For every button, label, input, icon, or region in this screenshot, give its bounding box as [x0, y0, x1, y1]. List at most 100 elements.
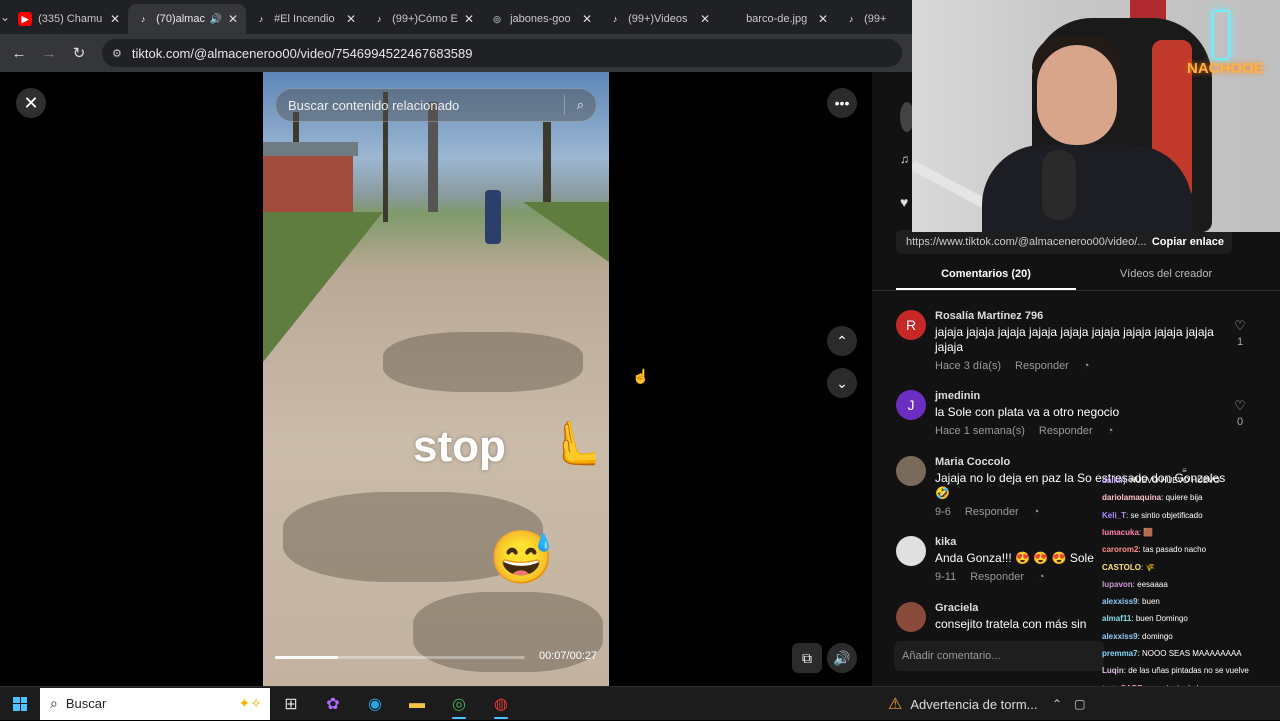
- browser-tab[interactable]: ▶ (335) Chamu ✕: [10, 4, 128, 34]
- floating-player-button[interactable]: ⧉: [792, 643, 822, 673]
- chat-text: 🟫: [1143, 527, 1154, 537]
- comment-avatar[interactable]: R: [896, 310, 926, 340]
- close-tab-icon[interactable]: ✕: [700, 12, 710, 26]
- reload-button[interactable]: ↻: [64, 44, 94, 62]
- url-field[interactable]: ⚙ tiktok.com/@almaceneroo00/video/754699…: [102, 39, 902, 67]
- close-tab-icon[interactable]: ✕: [818, 12, 828, 26]
- browser-tab[interactable]: barco-de.jpg ✕: [718, 4, 836, 34]
- related-search-field[interactable]: Buscar contenido relacionado ⌕: [275, 88, 597, 122]
- reply-button[interactable]: Responder: [1039, 425, 1093, 437]
- comment-avatar[interactable]: [896, 456, 926, 486]
- comment-username[interactable]: Rosalía Martínez 796: [935, 310, 1043, 322]
- tab-comments[interactable]: Comentarios (20): [896, 262, 1076, 290]
- chat-username: lupavon: [1102, 579, 1133, 589]
- share-url[interactable]: https://www.tiktok.com/@almaceneroo00/vi…: [906, 236, 1152, 248]
- tab-title: (335) Chamu: [38, 13, 103, 25]
- copy-link-button[interactable]: Copiar enlace: [1152, 236, 1224, 248]
- chat-text: 🌾: [1145, 562, 1156, 572]
- chevron-up-icon[interactable]: ⌃: [1052, 697, 1062, 711]
- chat-message: Keli_T: se sintio objetificado: [1102, 510, 1203, 520]
- browser-tab[interactable]: ♪ (99+)Videos ✕: [600, 4, 718, 34]
- comment-time: Hace 1 semana(s): [935, 425, 1025, 437]
- chat-message: premma7: NOOO SEAS MAAAAAAAA: [1102, 649, 1242, 658]
- taskbar-search[interactable]: ⌕ Buscar ✦✧: [40, 687, 270, 720]
- task-view-icon[interactable]: ⊞: [270, 687, 312, 721]
- comment-username[interactable]: kika: [935, 536, 956, 548]
- chat-message: lumacuka: 🟫: [1102, 527, 1154, 537]
- chat-text: quiere bija: [1165, 493, 1203, 503]
- chat-text: NOOO SEAS MAAAAAAAA: [1142, 649, 1242, 658]
- globe-icon: ◎: [493, 13, 501, 24]
- comment-avatar[interactable]: [896, 536, 926, 566]
- chat-text: domingo: [1142, 631, 1173, 641]
- video-progress-bar[interactable]: [275, 656, 525, 659]
- browser-tab[interactable]: ◎ jabones-goo ✕: [482, 4, 600, 34]
- back-button[interactable]: ←: [4, 45, 34, 62]
- chat-username: CASTOLO: [1102, 562, 1141, 572]
- close-button[interactable]: ✕: [16, 88, 46, 118]
- browser-tab[interactable]: ♪ (70)almac 🔊 ✕: [128, 4, 247, 34]
- more-options-button[interactable]: •••: [827, 88, 857, 118]
- search-icon[interactable]: ⌕: [577, 97, 584, 113]
- creator-reaction-icon: ◔: [1032, 506, 1040, 518]
- file-explorer-icon[interactable]: ▬: [396, 687, 438, 721]
- close-tab-icon[interactable]: ✕: [228, 12, 238, 26]
- weather-text: Advertencia de torm...: [910, 696, 1038, 712]
- comment-time: 9-11: [935, 571, 957, 583]
- tab-audio-icon[interactable]: 🔊: [210, 14, 222, 25]
- comment-time: 9-6: [935, 506, 951, 518]
- comment-username[interactable]: jmedinin: [935, 390, 980, 402]
- site-info-icon[interactable]: ⚙: [112, 47, 122, 60]
- comment-meta: 9-6 Responder ◔: [935, 506, 1053, 518]
- chat-message: alexxiss9: buen: [1102, 597, 1160, 607]
- search-icon: ⌕: [50, 695, 58, 711]
- taskbar-search-label: Buscar: [65, 696, 107, 711]
- tab-search-menu-button[interactable]: ⌄: [0, 0, 10, 34]
- reply-button[interactable]: Responder: [970, 571, 1024, 583]
- chat-text: eesaaaa: [1137, 579, 1168, 589]
- chat-username: premma7: [1102, 649, 1138, 658]
- comment-avatar[interactable]: [896, 602, 926, 632]
- close-tab-icon[interactable]: ✕: [346, 12, 356, 26]
- add-comment-input[interactable]: Añadir comentario...: [894, 641, 1104, 671]
- like-video-icon[interactable]: ♥: [900, 194, 908, 210]
- comment-time: Hace 3 día(s): [935, 360, 1002, 372]
- forward-button[interactable]: →: [34, 45, 64, 62]
- next-video-button[interactable]: ⌄: [827, 368, 857, 398]
- edge-icon[interactable]: ◉: [354, 687, 396, 721]
- close-tab-icon[interactable]: ✕: [582, 12, 592, 26]
- music-note-icon: ♫: [900, 152, 909, 166]
- comment-avatar[interactable]: J: [896, 390, 926, 420]
- volume-button[interactable]: 🔊: [827, 643, 857, 673]
- video-player[interactable]: Buscar contenido relacionado ⌕ stop 🫷 😅 …: [263, 72, 609, 686]
- close-tab-icon[interactable]: ✕: [464, 12, 474, 26]
- weather-widget[interactable]: ⚠ Advertencia de torm...: [888, 687, 1038, 721]
- windows-start-icon[interactable]: [0, 687, 40, 721]
- comment-username[interactable]: Graciela: [935, 602, 978, 614]
- chat-username: lumacuka: [1102, 527, 1139, 537]
- windows-taskbar: ⌕ Buscar ✦✧ ⊞ ✿ ◉ ▬ ◎ ◍ ⚠ Advertencia de…: [0, 686, 1280, 720]
- comment-username[interactable]: Maria Coccolo: [935, 456, 1010, 468]
- tab-creator-videos[interactable]: Vídeos del creador: [1076, 262, 1256, 290]
- reply-button[interactable]: Responder: [1015, 360, 1069, 372]
- copilot-icon[interactable]: ✿: [312, 687, 354, 721]
- tray-app-icon[interactable]: ▢: [1074, 697, 1085, 711]
- close-tab-icon[interactable]: ✕: [110, 12, 120, 26]
- browser-tab[interactable]: ♪ #El Incendio ✕: [246, 4, 364, 34]
- tab-title: jabones-goo: [510, 13, 571, 25]
- comment-like-icon[interactable]: ♡: [1232, 318, 1248, 334]
- mouse-cursor-icon: ☝: [632, 368, 650, 384]
- obs-icon[interactable]: ◍: [480, 687, 522, 721]
- comment-like-icon[interactable]: ♡: [1232, 398, 1248, 414]
- chrome-icon[interactable]: ◎: [438, 687, 480, 721]
- tiktok-icon: ♪: [140, 14, 146, 24]
- chat-text: buen Domingo: [1135, 614, 1188, 624]
- previous-video-button[interactable]: ⌃: [827, 326, 857, 356]
- chat-username: alexxiss9: [1102, 631, 1138, 641]
- browser-tab[interactable]: ♪ (99+)Cómo E ✕: [364, 4, 482, 34]
- chat-username: alexxiss9: [1102, 597, 1138, 607]
- comment-text: la Sole con plata va a otro negocio: [935, 405, 1120, 419]
- reply-button[interactable]: Responder: [965, 506, 1019, 518]
- chat-message: Luqin: de las uñas pintadas no se vuelve: [1102, 666, 1249, 676]
- tab-strip: ▶ (335) Chamu ✕ ♪ (70)almac 🔊 ✕ ♪ #El Incendio ✕ ♪…: [10, 0, 954, 34]
